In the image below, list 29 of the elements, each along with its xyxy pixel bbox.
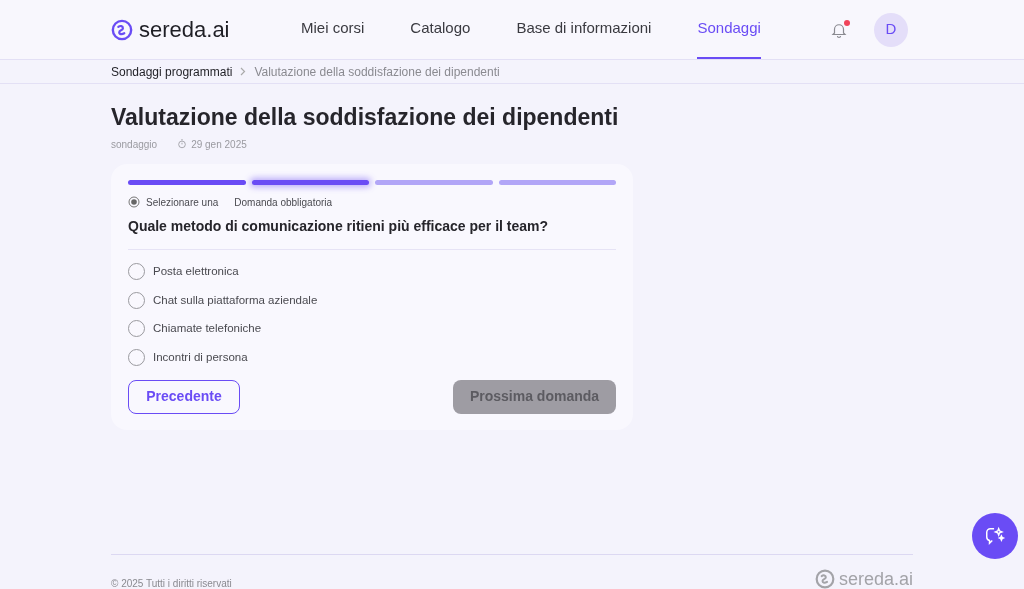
answer-option[interactable]: Posta elettronica (128, 257, 616, 286)
chat-sparkle-icon (984, 525, 1006, 547)
logo-icon (814, 569, 835, 589)
avatar[interactable]: D (874, 12, 908, 47)
page-title: Valutazione della soddisfazione dei dipendenti (111, 103, 620, 132)
nav-tab[interactable]: Miei corsi (301, 0, 365, 59)
nav-tab[interactable]: Base di informazioni (516, 0, 652, 59)
survey-date: 29 gen 2025 (191, 137, 247, 152)
footer-logo-text: sereda.ai (838, 570, 913, 588)
breadcrumb-current: Valutazione della soddisfazione dei dipendenti (254, 63, 500, 81)
logo-icon (111, 18, 133, 41)
answer-mode: Selezionare una (146, 195, 219, 210)
radio-indicator-icon (128, 196, 140, 208)
survey-type: sondaggio (111, 137, 158, 152)
question-text: Quale metodo di comunicazione ritieni più efficace per il team? (128, 216, 550, 236)
notification-button[interactable] (830, 19, 850, 40)
ai-assistant-button[interactable] (972, 513, 1018, 559)
logo-text[interactable]: sereda.ai (139, 13, 230, 46)
nav-tab[interactable]: Catalogo (410, 0, 471, 59)
answer-option[interactable]: Incontri di persona (128, 343, 616, 372)
breadcrumb-link[interactable]: Sondaggi programmati (111, 62, 233, 81)
timer-icon (177, 139, 188, 149)
nav-tab[interactable]: Sondaggi (697, 0, 761, 59)
chevron-icon (240, 67, 247, 76)
required-label: Domanda obbligatoria (234, 195, 333, 210)
copyright: © 2025 Tutti i diritti riservati (111, 577, 232, 589)
previous-button[interactable]: Precedente (128, 379, 240, 414)
answer-option[interactable]: Chiamate telefoniche (128, 314, 616, 343)
answer-option[interactable]: Chat sulla piattaforma aziendale (128, 286, 616, 315)
